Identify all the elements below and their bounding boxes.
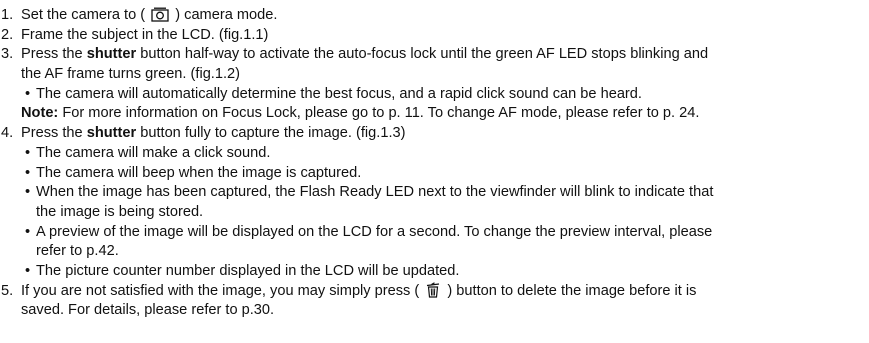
step-5: 5. If you are not satisfied with the ima… (0, 281, 869, 302)
bullet-text: refer to p.42. (36, 243, 119, 260)
step-text: Set the camera to ( (21, 7, 146, 23)
bullet-continuation: refer to p.42. (0, 242, 869, 262)
step-text: Frame the subject in the LCD. (fig.1.1) (21, 26, 269, 43)
bullet-text: the image is being stored. (36, 203, 204, 220)
step-4-bullet: • The camera will make a click sound. (0, 144, 869, 164)
step-number: 2. (1, 26, 14, 43)
shutter-label: shutter (86, 46, 137, 63)
step-3-bullet: • The camera will automatically determin… (0, 85, 869, 105)
step-4-bullet: • When the image has been captured, the … (0, 183, 869, 203)
bullet: • (25, 262, 31, 279)
bullet-text: The camera will automatically determine … (36, 85, 642, 102)
step-4-bullet: • A preview of the image will be display… (0, 223, 869, 243)
step-3-continuation: the AF frame turns green. (fig.1.2) (0, 65, 869, 85)
note-label: Note: (21, 105, 59, 122)
step-text-cont: ) camera mode. (175, 7, 278, 23)
step-text-cont: button fully to capture the image. (fig.… (136, 125, 406, 142)
step-text: saved. For details, please refer to p.30… (21, 302, 275, 319)
step-text-cont: button half-way to activate the auto-foc… (136, 46, 709, 63)
bullet-text: The picture counter number displayed in … (36, 262, 460, 279)
step-1: 1. Set the camera to ( ) camera mode. (0, 6, 869, 26)
note: Note: For more information on Focus Lock… (0, 104, 869, 124)
bullet-continuation: the image is being stored. (0, 203, 869, 223)
step-text-cont: ) button to delete the image before it i… (447, 282, 697, 299)
step-4: 4. Press the shutter button fully to cap… (0, 124, 869, 144)
step-4-bullet: • The picture counter number displayed i… (0, 262, 869, 282)
bullet-text: The camera will make a click sound. (36, 144, 271, 161)
bullet: • (25, 85, 31, 102)
step-text: Press the (21, 46, 87, 63)
step-text: Press the (21, 125, 87, 142)
step-text: If you are not satisfied with the image,… (21, 282, 420, 299)
bullet: • (25, 144, 31, 161)
bullet: • (25, 164, 31, 181)
shutter-label: shutter (86, 125, 137, 142)
step-number: 1. (1, 7, 14, 23)
step-text: the AF frame turns green. (fig.1.2) (21, 66, 241, 83)
bullet-text: A preview of the image will be displayed… (36, 223, 713, 240)
step-number: 5. (1, 282, 14, 299)
step-number: 4. (1, 125, 14, 142)
instruction-list: 1. Set the camera to ( ) camera mode. 2.… (0, 0, 869, 321)
step-2: 2. Frame the subject in the LCD. (fig.1.… (0, 26, 869, 46)
bullet: • (25, 184, 31, 201)
step-3: 3. Press the shutter button half-way to … (0, 45, 869, 65)
bullet-text: When the image has been captured, the Fl… (36, 184, 714, 201)
bullet-text: The camera will beep when the image is c… (36, 164, 362, 181)
bullet: • (25, 223, 31, 240)
step-4-bullet: • The camera will beep when the image is… (0, 164, 869, 184)
step-5-continuation: saved. For details, please refer to p.30… (0, 301, 869, 321)
step-number: 3. (1, 46, 14, 63)
note-text: For more information on Focus Lock, plea… (58, 105, 700, 122)
